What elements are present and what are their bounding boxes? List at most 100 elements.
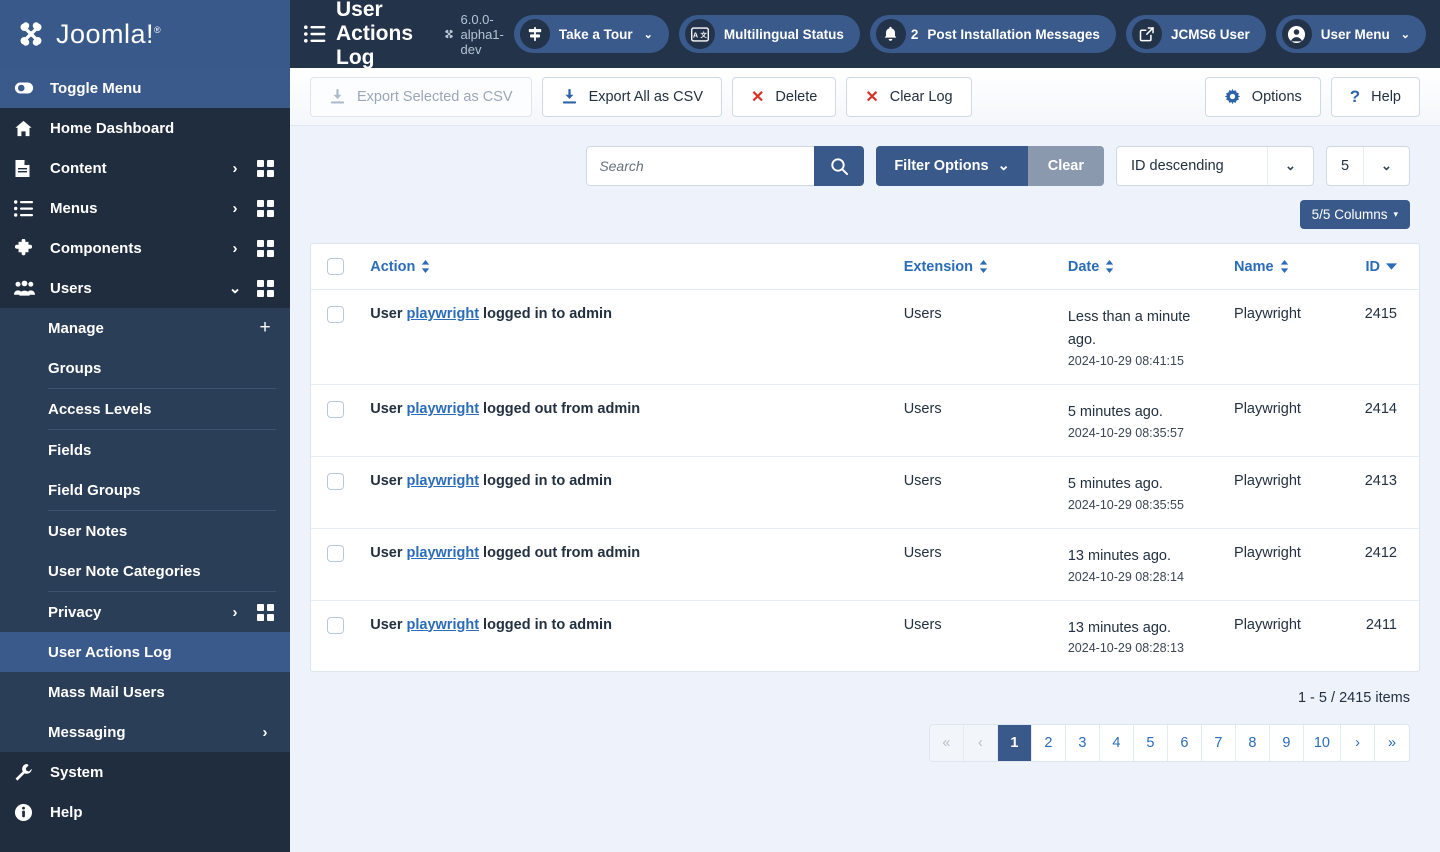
row-checkbox[interactable] xyxy=(327,306,344,323)
clear-log-button[interactable]: ✕ Clear Log xyxy=(846,76,972,117)
sort-action[interactable]: Action xyxy=(370,259,430,275)
sort-id[interactable]: ID xyxy=(1366,259,1397,275)
column-header-name[interactable]: Name xyxy=(1224,244,1346,290)
filter-options-button[interactable]: Filter Options ⌄ xyxy=(876,146,1028,186)
last-page-button[interactable]: » xyxy=(1375,725,1409,762)
row-checkbox[interactable] xyxy=(327,472,344,490)
user-menu-button[interactable]: User Menu ⌄ xyxy=(1275,15,1426,53)
page-4-button[interactable]: 4 xyxy=(1099,725,1134,762)
sidebar-item-user-notes[interactable]: User Notes xyxy=(0,511,290,551)
page-title-group: User Actions Log xyxy=(290,0,443,70)
sidebar-item-menus[interactable]: Menus › xyxy=(0,188,290,228)
page-10-button[interactable]: 10 xyxy=(1303,725,1341,762)
delete-button[interactable]: ✕ Delete xyxy=(732,76,837,117)
page-9-button[interactable]: 9 xyxy=(1269,725,1304,762)
row-select-cell xyxy=(311,600,360,671)
list-icon xyxy=(14,199,38,217)
search-button[interactable] xyxy=(814,146,865,186)
clear-filters-button[interactable]: Clear xyxy=(1027,146,1104,186)
search-input[interactable] xyxy=(586,146,815,186)
post-installation-messages-button[interactable]: 2 Post Installation Messages xyxy=(869,15,1116,53)
sidebar-label: Field Groups xyxy=(48,481,141,499)
date-absolute: 2024-10-29 08:41:15 xyxy=(1067,353,1184,368)
user-link[interactable]: playwright xyxy=(407,306,480,322)
table-row: User playwright logged out from admin Us… xyxy=(311,528,1419,601)
plus-icon[interactable]: + xyxy=(254,317,276,339)
sidebar-item-user-actions-log[interactable]: User Actions Log xyxy=(0,632,290,672)
export-all-as-csv-button[interactable]: Export All as CSV xyxy=(541,76,722,117)
sidebar-item-privacy[interactable]: Privacy › xyxy=(0,592,290,632)
page-5-button[interactable]: 5 xyxy=(1133,725,1168,762)
visit-site-button[interactable]: JCMS6 User xyxy=(1125,15,1266,53)
grid-dashboard-icon[interactable] xyxy=(254,199,276,217)
sidebar-item-groups[interactable]: Groups xyxy=(0,348,290,388)
sidebar-item-content[interactable]: Content › xyxy=(0,148,290,188)
sidebar-item-users[interactable]: Users ⌄ xyxy=(0,268,290,308)
sidebar-label: Mass Mail Users xyxy=(48,683,165,701)
user-link[interactable]: playwright xyxy=(407,545,480,561)
caret-down-icon: ▾ xyxy=(1393,209,1398,219)
chevron-right-icon[interactable]: › xyxy=(224,200,246,217)
user-link[interactable]: playwright xyxy=(407,401,480,417)
column-header-extension[interactable]: Extension xyxy=(893,244,1058,290)
page-6-button[interactable]: 6 xyxy=(1167,725,1202,762)
column-header-id[interactable]: ID xyxy=(1345,244,1419,290)
multilingual-status-button[interactable]: A文 Multilingual Status xyxy=(678,15,860,53)
chevron-right-icon[interactable]: › xyxy=(224,240,246,257)
grid-dashboard-icon[interactable] xyxy=(254,279,276,297)
sort-name[interactable]: Name xyxy=(1234,259,1289,275)
options-button[interactable]: Options xyxy=(1204,76,1321,117)
column-header-action[interactable]: Action xyxy=(360,244,894,290)
sidebar-item-fields[interactable]: Fields xyxy=(0,430,290,470)
list-limit-select[interactable]: 5 ⌄ xyxy=(1326,146,1410,186)
page-1-button[interactable]: 1 xyxy=(997,725,1032,762)
page-8-button[interactable]: 8 xyxy=(1235,725,1270,762)
svg-text:文: 文 xyxy=(700,30,707,39)
sidebar-item-mass-mail-users[interactable]: Mass Mail Users xyxy=(0,672,290,712)
cell-action: User playwright logged in to admin xyxy=(360,289,894,385)
first-page-button[interactable]: « xyxy=(929,725,964,762)
next-page-button[interactable]: › xyxy=(1341,725,1375,762)
page-2-button[interactable]: 2 xyxy=(1031,725,1066,762)
sidebar-item-field-groups[interactable]: Field Groups xyxy=(0,470,290,510)
grid-dashboard-icon[interactable] xyxy=(254,239,276,257)
row-checkbox[interactable] xyxy=(327,544,344,562)
page-3-button[interactable]: 3 xyxy=(1065,725,1100,762)
ordering-select[interactable]: ID descending ⌄ xyxy=(1116,146,1314,186)
cell-action: User playwright logged in to admin xyxy=(360,600,893,671)
row-checkbox[interactable] xyxy=(327,616,344,634)
sidebar-item-home-dashboard[interactable]: Home Dashboard xyxy=(0,108,290,148)
date-relative: 5 minutes ago. xyxy=(1067,403,1163,420)
prev-page-button[interactable]: ‹ xyxy=(963,725,998,762)
sidebar-item-manage[interactable]: Manage + xyxy=(0,308,290,348)
sidebar-item-help[interactable]: Help xyxy=(0,792,290,832)
grid-dashboard-icon[interactable] xyxy=(254,159,276,177)
export-selected-as-csv-button[interactable]: Export Selected as CSV xyxy=(310,76,532,117)
help-button[interactable]: ? Help xyxy=(1330,76,1420,117)
sort-extension[interactable]: Extension xyxy=(904,259,988,275)
chevron-right-icon[interactable]: › xyxy=(224,604,246,621)
sidebar-item-messaging[interactable]: Messaging › xyxy=(0,712,290,752)
sidebar-item-components[interactable]: Components › xyxy=(0,228,290,268)
column-header-date[interactable]: Date xyxy=(1057,244,1225,290)
joomla-logo-icon xyxy=(14,17,48,51)
toggle-menu-button[interactable]: Toggle Menu xyxy=(0,68,290,108)
sidebar-item-access-levels[interactable]: Access Levels xyxy=(0,389,290,429)
sort-date[interactable]: Date xyxy=(1068,259,1114,275)
version-text: 6.0.0-alpha1-dev xyxy=(460,11,504,57)
select-all-checkbox[interactable] xyxy=(327,258,344,275)
row-checkbox[interactable] xyxy=(327,400,344,418)
take-a-tour-button[interactable]: Take a Tour ⌄ xyxy=(513,15,669,53)
external-link-icon xyxy=(1131,19,1162,49)
chevron-right-icon[interactable]: › xyxy=(254,724,276,741)
page-7-button[interactable]: 7 xyxy=(1201,725,1236,762)
user-link[interactable]: playwright xyxy=(407,473,480,489)
grid-dashboard-icon[interactable] xyxy=(254,603,276,621)
chevron-down-icon[interactable]: ⌄ xyxy=(224,279,246,297)
user-link[interactable]: playwright xyxy=(407,617,480,633)
brand-header[interactable]: Joomla!® xyxy=(0,0,290,68)
sidebar-item-system[interactable]: System xyxy=(0,752,290,792)
columns-toggle-button[interactable]: 5/5 Columns ▾ xyxy=(1299,200,1410,229)
chevron-right-icon[interactable]: › xyxy=(224,160,246,177)
sidebar-item-user-note-categories[interactable]: User Note Categories xyxy=(0,551,290,591)
